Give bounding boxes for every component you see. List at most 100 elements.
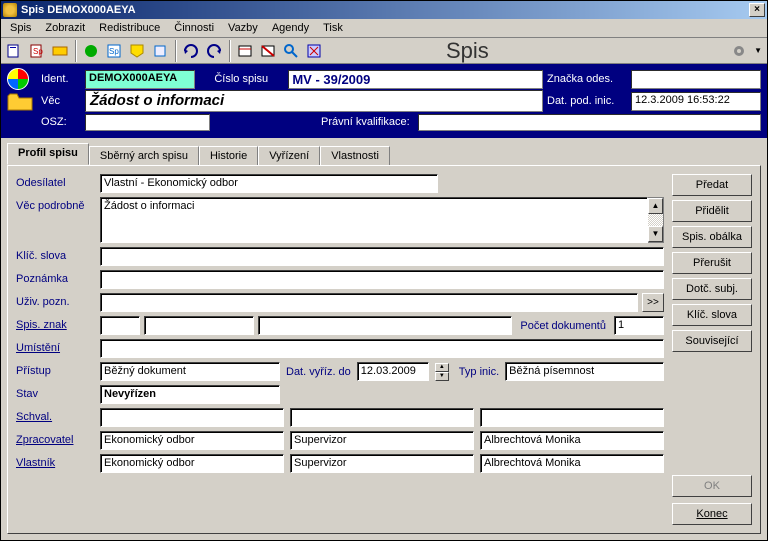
tab-profil-spisu[interactable]: Profil spisu <box>7 143 89 165</box>
uzivpozn-label: Uživ. pozn. <box>16 293 94 312</box>
menu-redistribuce[interactable]: Redistribuce <box>92 20 167 36</box>
uzivpozn-field[interactable] <box>100 293 638 312</box>
toolbar-btn-6[interactable] <box>126 40 148 62</box>
datvyriz-spinner[interactable]: ▲▼ <box>435 363 449 381</box>
schval-field-2[interactable] <box>290 408 474 427</box>
tab-vlastnosti[interactable]: Vlastnosti <box>320 146 390 166</box>
datpod-field[interactable]: 12.3.2009 16:53:22 <box>631 92 761 111</box>
toolbar-btn-1[interactable] <box>3 40 25 62</box>
ok-button[interactable]: OK <box>672 475 752 497</box>
schval-field-1[interactable] <box>100 408 284 427</box>
vecpodrobne-field[interactable]: Žádost o informaci <box>100 197 648 243</box>
odesilatel-label: Odesílatel <box>16 174 94 193</box>
stav-label: Stav <box>16 385 94 404</box>
typinic-field[interactable]: Běžná písemnost <box>505 362 664 381</box>
tab-sberny-arch[interactable]: Sběrný arch spisu <box>89 146 199 166</box>
osz-field[interactable] <box>85 114 210 131</box>
toolbar-btn-10[interactable] <box>234 40 256 62</box>
toolbar-gear-dropdown[interactable]: ▼ <box>751 46 765 55</box>
klicslova-button[interactable]: Klíč. slova <box>672 304 752 326</box>
clock-icon <box>7 68 29 90</box>
vec-field[interactable]: Žádost o informaci <box>85 90 543 112</box>
tab-historie[interactable]: Historie <box>199 146 258 166</box>
prerusit-button[interactable]: Přerušit <box>672 252 752 274</box>
spisznak-field-2[interactable] <box>144 316 254 335</box>
spisznak-field-1[interactable] <box>100 316 140 335</box>
cislo-label: Číslo spisu <box>214 73 284 85</box>
predat-button[interactable]: Předat <box>672 174 752 196</box>
umisteni-field[interactable] <box>100 339 664 358</box>
toolbar-btn-7[interactable] <box>149 40 171 62</box>
umisteni-label[interactable]: Umístění <box>16 339 94 358</box>
souvisejici-button[interactable]: Související <box>672 330 752 352</box>
dotcsubj-button[interactable]: Dotč. subj. <box>672 278 752 300</box>
menu-cinnosti[interactable]: Činnosti <box>167 20 221 36</box>
folder-icon <box>7 92 33 112</box>
datpod-label: Dat. pod. inic. <box>547 95 627 107</box>
zpracovatel-field-2[interactable]: Supervizor <box>290 431 474 450</box>
scroll-up-icon[interactable]: ▲ <box>648 198 663 214</box>
pridelit-button[interactable]: Přidělit <box>672 200 752 222</box>
svg-text:Sp: Sp <box>33 47 43 56</box>
vecpodrobne-scrollbar[interactable]: ▲ ▼ <box>648 197 664 243</box>
poznamka-field[interactable] <box>100 270 664 289</box>
zpracovatel-field-1[interactable]: Ekonomický odbor <box>100 431 284 450</box>
schval-label[interactable]: Schval. <box>16 408 94 427</box>
menu-spis[interactable]: Spis <box>3 20 38 36</box>
menu-zobrazit[interactable]: Zobrazit <box>38 20 92 36</box>
toolbar-btn-5[interactable]: Sp <box>103 40 125 62</box>
stav-field: Nevyřízen <box>100 385 280 404</box>
vlastnik-field-2[interactable]: Supervizor <box>290 454 474 473</box>
toolbar-btn-12[interactable] <box>280 40 302 62</box>
znacka-field[interactable] <box>631 70 761 89</box>
odesilatel-field[interactable]: Vlastní - Ekonomický odbor <box>100 174 438 193</box>
spisznak-label[interactable]: Spis. znak <box>16 316 94 335</box>
zpracovatel-label[interactable]: Zpracovatel <box>16 431 94 450</box>
ident-label: Ident. <box>41 73 81 85</box>
znacka-label: Značka odes. <box>547 73 627 85</box>
poznamka-label: Poznámka <box>16 270 94 289</box>
spisznak-field-3[interactable] <box>258 316 512 335</box>
action-buttons: Předat Přidělit Spis. obálka Přerušit Do… <box>672 174 752 525</box>
menu-tisk[interactable]: Tisk <box>316 20 350 36</box>
form-area: Odesílatel Vlastní - Ekonomický odbor Vě… <box>16 174 672 525</box>
vec-label: Věc <box>41 95 81 107</box>
klicslova-label: Klíč. slova <box>16 247 94 266</box>
pristup-field[interactable]: Běžný dokument <box>100 362 280 381</box>
uzivpozn-more-button[interactable]: >> <box>642 293 664 312</box>
close-button[interactable]: × <box>749 3 765 17</box>
tab-vyrizeni[interactable]: Vyřízení <box>258 146 320 166</box>
cislo-field[interactable]: MV - 39/2009 <box>288 70 543 89</box>
toolbar-btn-8[interactable] <box>180 40 202 62</box>
toolbar-btn-3[interactable] <box>49 40 71 62</box>
pocetdok-field[interactable]: 1 <box>614 316 664 335</box>
ident-field[interactable]: DEMOX000AEYA <box>85 70 195 89</box>
spisobalka-button[interactable]: Spis. obálka <box>672 226 752 248</box>
toolbar-btn-11[interactable] <box>257 40 279 62</box>
tabstrip: Profil spisu Sběrný arch spisu Historie … <box>1 138 767 165</box>
toolbar-btn-gear[interactable] <box>728 40 750 62</box>
vlastnik-field-3[interactable]: Albrechtová Monika <box>480 454 664 473</box>
titlebar: Spis DEMOX000AEYA × <box>1 1 767 19</box>
pristup-label: Přístup <box>16 362 94 381</box>
schval-field-3[interactable] <box>480 408 664 427</box>
vlastnik-label[interactable]: Vlastník <box>16 454 94 473</box>
osz-label: OSZ: <box>41 116 81 128</box>
klicslova-field[interactable] <box>100 247 664 266</box>
zpracovatel-field-3[interactable]: Albrechtová Monika <box>480 431 664 450</box>
pravni-field[interactable] <box>418 114 761 131</box>
scroll-down-icon[interactable]: ▼ <box>648 226 663 242</box>
menu-vazby[interactable]: Vazby <box>221 20 265 36</box>
konec-button[interactable]: Konec <box>672 503 752 525</box>
toolbar-btn-13[interactable] <box>303 40 325 62</box>
datvyriz-field[interactable]: 12.03.2009 <box>357 362 429 381</box>
pravni-label: Právní kvalifikace: <box>214 116 413 128</box>
svg-text:Sp: Sp <box>109 47 119 56</box>
toolbar-btn-2[interactable]: Sp <box>26 40 48 62</box>
typinic-label: Typ inic. <box>455 366 499 378</box>
menu-agendy[interactable]: Agendy <box>265 20 316 36</box>
app-window: Spis DEMOX000AEYA × Spis Zobrazit Redist… <box>0 0 768 541</box>
toolbar-btn-9[interactable] <box>203 40 225 62</box>
toolbar-btn-4[interactable] <box>80 40 102 62</box>
vlastnik-field-1[interactable]: Ekonomický odbor <box>100 454 284 473</box>
